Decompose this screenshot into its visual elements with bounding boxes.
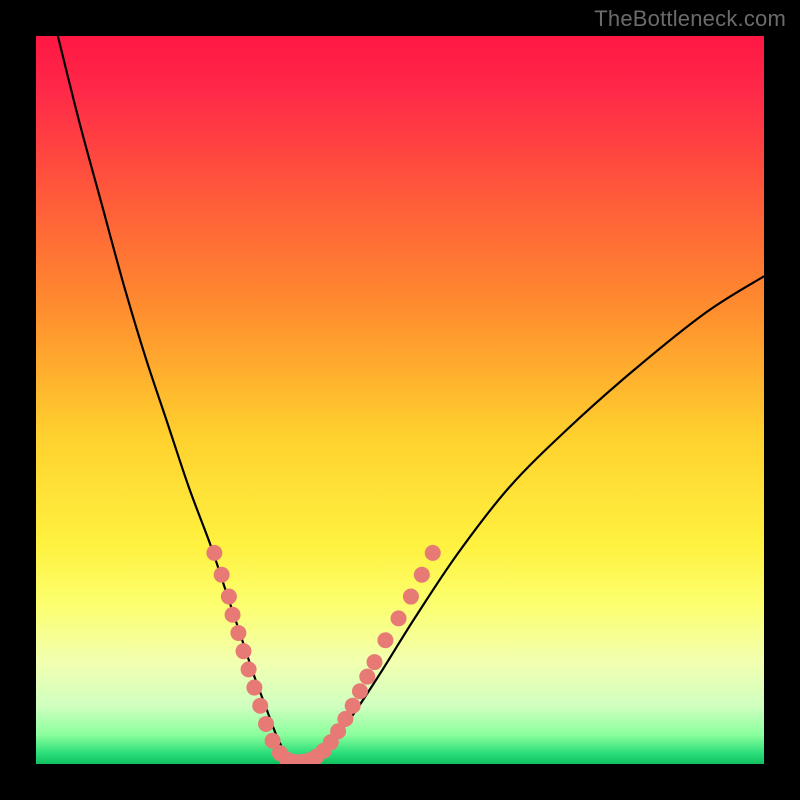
chart-overlay — [36, 36, 764, 764]
bottleneck-curve — [58, 36, 764, 764]
highlight-marker — [425, 545, 441, 561]
highlight-marker — [241, 661, 257, 677]
highlight-marker — [414, 567, 430, 583]
highlight-marker — [225, 607, 241, 623]
highlight-marker — [403, 589, 419, 605]
highlight-marker — [359, 669, 375, 685]
highlight-marker — [377, 632, 393, 648]
highlight-marker — [221, 589, 237, 605]
highlight-marker — [367, 654, 383, 670]
highlight-markers — [206, 545, 440, 764]
highlight-marker — [235, 643, 251, 659]
highlight-marker — [230, 625, 246, 641]
bottleneck-chart: TheBottleneck.com — [0, 0, 800, 800]
highlight-marker — [391, 610, 407, 626]
plot-area — [36, 36, 764, 764]
highlight-marker — [258, 716, 274, 732]
highlight-marker — [206, 545, 222, 561]
highlight-marker — [214, 567, 230, 583]
highlight-marker — [246, 680, 262, 696]
watermark-text: TheBottleneck.com — [594, 6, 786, 32]
highlight-marker — [352, 683, 368, 699]
highlight-marker — [345, 698, 361, 714]
highlight-marker — [252, 698, 268, 714]
